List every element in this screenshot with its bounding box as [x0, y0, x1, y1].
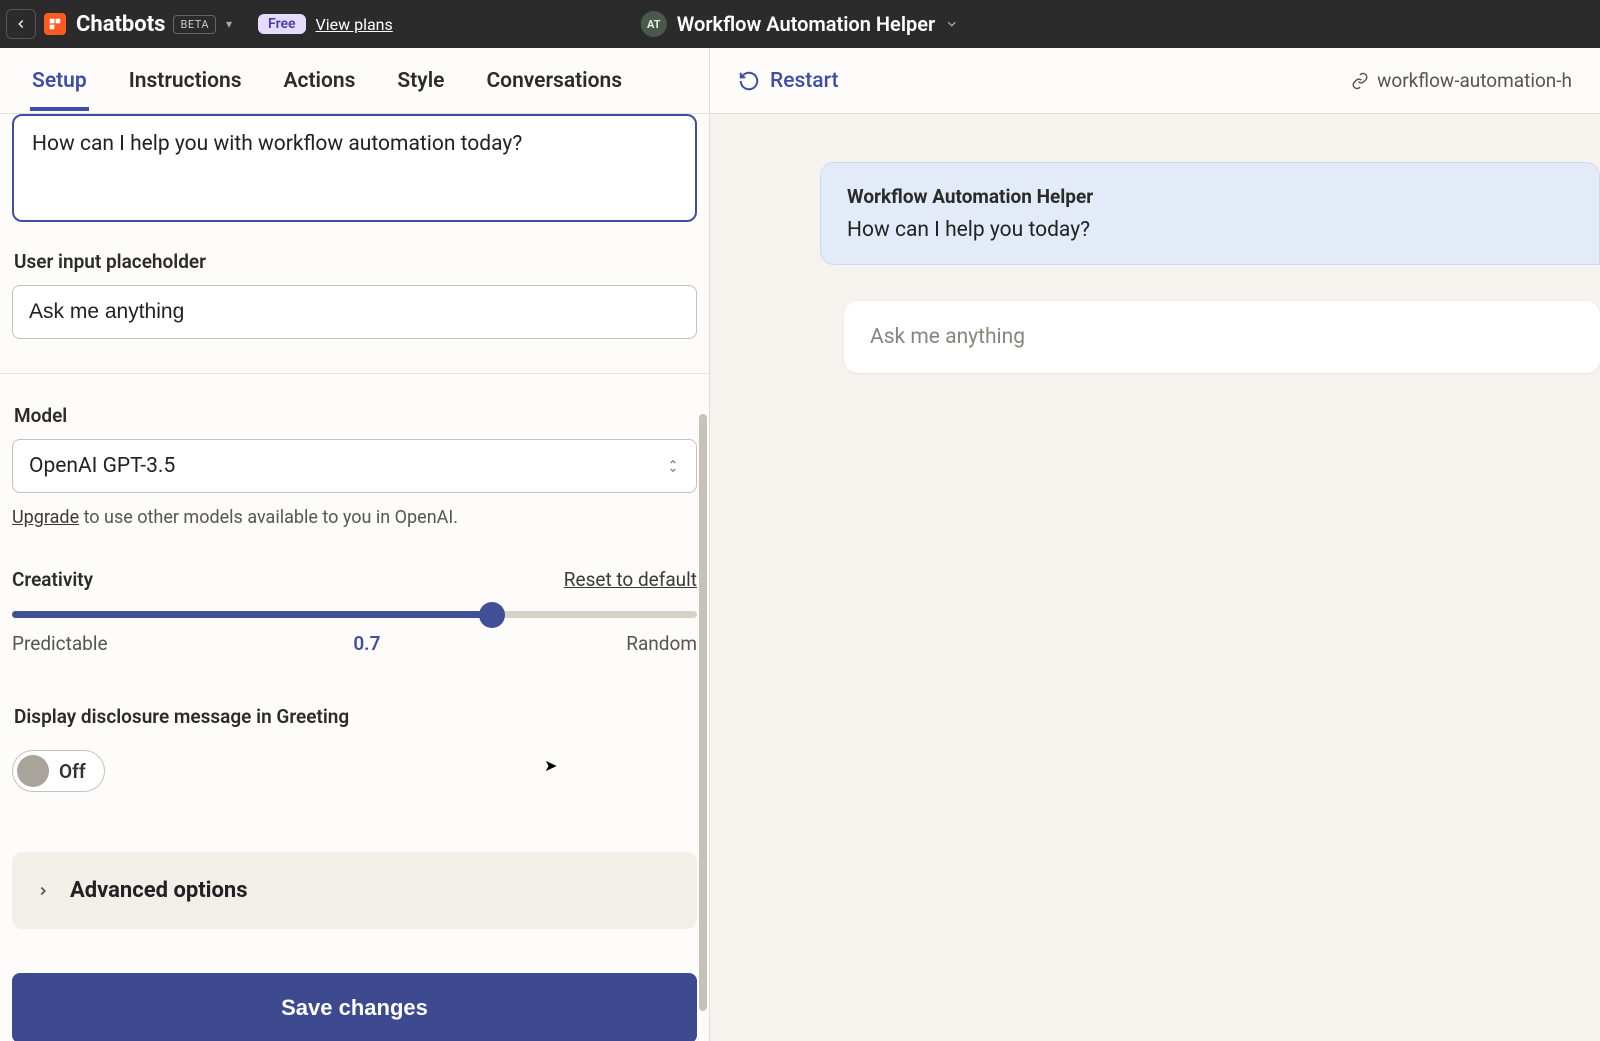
- upgrade-hint: Upgrade to use other models available to…: [12, 507, 697, 528]
- chat-preview: Workflow Automation Helper How can I hel…: [710, 114, 1600, 1041]
- slider-fill: [12, 611, 492, 618]
- preview-input[interactable]: Ask me anything: [844, 301, 1600, 373]
- restart-icon: [738, 70, 760, 92]
- toggle-state: Off: [59, 760, 86, 783]
- chevron-down-icon[interactable]: ▾: [226, 17, 232, 31]
- restart-button[interactable]: Restart: [738, 69, 839, 93]
- top-header: Chatbots BETA ▾ Free View plans AT Workf…: [0, 0, 1600, 48]
- reset-to-default-link[interactable]: Reset to default: [564, 568, 697, 591]
- model-value: OpenAI GPT-3.5: [29, 454, 175, 478]
- greeting-textarea[interactable]: How can I help you with workflow automat…: [12, 114, 697, 222]
- upgrade-tail: to use other models available to you in …: [79, 507, 458, 528]
- disclosure-toggle[interactable]: Off: [12, 750, 105, 792]
- back-button[interactable]: [6, 9, 36, 39]
- tab-instructions[interactable]: Instructions: [127, 51, 244, 111]
- creativity-label: Creativity: [12, 568, 93, 591]
- advanced-options-toggle[interactable]: Advanced options: [12, 852, 697, 929]
- beta-badge: BETA: [173, 15, 216, 34]
- disclosure-label: Display disclosure message in Greeting: [14, 705, 697, 728]
- placeholder-label: User input placeholder: [14, 250, 697, 273]
- view-plans-link[interactable]: View plans: [316, 15, 393, 34]
- brand-name: Chatbots: [76, 12, 165, 37]
- bot-message-bubble: Workflow Automation Helper How can I hel…: [820, 162, 1600, 265]
- save-changes-button[interactable]: Save changes: [12, 973, 697, 1041]
- bot-name: Workflow Automation Helper: [847, 185, 1573, 208]
- toggle-knob: [17, 755, 49, 787]
- config-tabs: Setup Instructions Actions Style Convers…: [0, 48, 709, 114]
- placeholder-input[interactable]: [12, 285, 697, 339]
- select-chevrons-icon: [666, 456, 680, 476]
- advanced-label: Advanced options: [70, 878, 248, 903]
- creativity-slider[interactable]: Predictable 0.7 Random: [12, 611, 697, 655]
- share-link[interactable]: workflow-automation-h: [1351, 69, 1572, 92]
- scrollbar[interactable]: [699, 414, 707, 1011]
- upgrade-link[interactable]: Upgrade: [12, 507, 79, 528]
- slider-max-label: Random: [626, 632, 697, 655]
- avatar: AT: [641, 11, 667, 37]
- arrow-left-icon: [14, 17, 28, 31]
- tab-setup[interactable]: Setup: [30, 51, 89, 111]
- tab-actions[interactable]: Actions: [282, 51, 358, 111]
- share-slug: workflow-automation-h: [1377, 69, 1572, 92]
- bot-greeting-text: How can I help you today?: [847, 218, 1573, 242]
- app-logo-icon: [44, 13, 66, 35]
- tab-conversations[interactable]: Conversations: [484, 51, 624, 111]
- slider-value: 0.7: [353, 632, 380, 655]
- tab-style[interactable]: Style: [395, 51, 446, 111]
- model-label: Model: [14, 404, 697, 427]
- workspace-title[interactable]: AT Workflow Automation Helper: [641, 11, 959, 37]
- restart-label: Restart: [770, 69, 839, 93]
- plan-badge: Free: [258, 14, 306, 34]
- chatbot-title: Workflow Automation Helper: [677, 12, 935, 36]
- link-icon: [1351, 72, 1369, 90]
- chevron-down-icon: [945, 17, 959, 31]
- model-select[interactable]: OpenAI GPT-3.5: [12, 439, 697, 493]
- divider: [0, 373, 709, 374]
- slider-knob[interactable]: [479, 602, 505, 628]
- slider-track: [12, 611, 697, 618]
- chevron-right-icon: [36, 882, 50, 900]
- slider-min-label: Predictable: [12, 632, 108, 655]
